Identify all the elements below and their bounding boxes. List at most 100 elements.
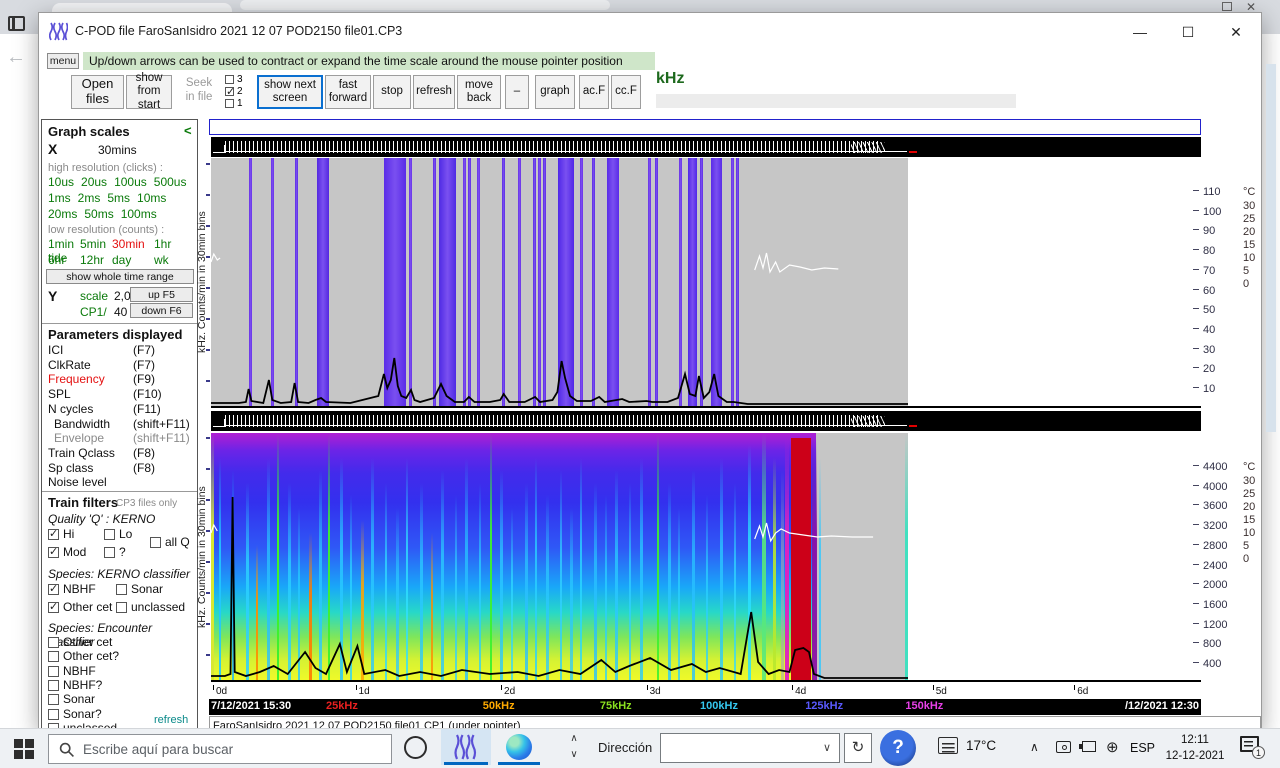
tray-device-icon[interactable] xyxy=(1056,741,1071,753)
channel-checkbox-1[interactable] xyxy=(225,99,234,108)
help-question-icon[interactable]: ? xyxy=(880,730,916,766)
taskbar-cpod-app[interactable] xyxy=(441,729,491,765)
scale-up-button[interactable]: up F5 xyxy=(130,287,193,302)
othercet-checkbox[interactable] xyxy=(48,602,59,613)
time-scale-link-1hr[interactable]: 1hr xyxy=(154,237,188,251)
show-next-screen-button[interactable]: show next screen xyxy=(257,75,323,109)
time-scale-link-20us[interactable]: 20us xyxy=(81,175,107,189)
address-combobox[interactable]: ∨ xyxy=(660,733,840,763)
parameter-train-qclass[interactable]: Train Qclass(F8) xyxy=(48,446,194,460)
move-back-button[interactable]: move back xyxy=(457,75,501,109)
overview-strip[interactable] xyxy=(209,119,1201,135)
minus-button[interactable]: – xyxy=(505,75,529,109)
show-whole-range-button[interactable]: show whole time range xyxy=(46,269,194,284)
channel-checkbox-2[interactable] xyxy=(225,87,234,96)
scale-down-button[interactable]: down F6 xyxy=(130,303,193,318)
time-scale-link-10ms[interactable]: 10ms xyxy=(137,191,166,205)
parameter-clkrate[interactable]: ClkRate(F7) xyxy=(48,358,194,372)
time-scale-link-5min[interactable]: 5min xyxy=(80,237,112,251)
time-scale-link-6hr[interactable]: 6hr xyxy=(48,253,80,267)
kerno-nbhf[interactable]: NBHF xyxy=(48,582,96,596)
chevron-up-icon[interactable]: ∧ xyxy=(566,731,582,747)
fast-forward-button[interactable]: fast forward xyxy=(325,75,371,109)
nbhf-checkbox[interactable] xyxy=(48,584,59,595)
combo-chevron-icon[interactable]: ∨ xyxy=(823,741,831,754)
time-scale-link-500us[interactable]: 500us xyxy=(154,175,187,189)
time-scale-link-10us[interactable]: 10us xyxy=(48,175,74,189)
weather-widget[interactable]: 17°C xyxy=(938,737,996,754)
encounter-NBHF[interactable]: NBHF xyxy=(48,664,96,678)
tray-expand-icon[interactable]: ∧ xyxy=(1030,740,1039,754)
taskbar-search[interactable]: Escribe aquí para buscar xyxy=(48,734,392,764)
encounter-checkbox[interactable] xyxy=(48,651,59,662)
graph-button[interactable]: graph xyxy=(535,75,575,109)
open-files-button[interactable]: Open files xyxy=(71,75,124,109)
mod-checkbox[interactable] xyxy=(48,547,59,558)
quality-hi[interactable]: Hi xyxy=(48,527,74,541)
chevron-down-icon[interactable]: ∨ xyxy=(566,747,582,763)
quality-allq[interactable]: all Q xyxy=(150,535,190,549)
acf-button[interactable]: ac.F xyxy=(579,75,609,109)
parameter-sp-class[interactable]: Sp class(F8) xyxy=(48,461,194,475)
encounter-Sonar[interactable]: Sonar? xyxy=(48,707,102,721)
kerno-unclassed[interactable]: unclassed xyxy=(116,600,185,614)
parameter-ici[interactable]: ICI(F7) xyxy=(48,343,194,357)
parameter-envelope[interactable]: Envelope(shift+F11) xyxy=(48,431,194,445)
encounter-checkbox[interactable] xyxy=(48,694,59,705)
encounter-checkbox[interactable] xyxy=(48,637,59,648)
unclassed-checkbox[interactable] xyxy=(116,602,127,613)
quality-lo[interactable]: Lo xyxy=(104,527,132,541)
refresh-button[interactable]: refresh xyxy=(413,75,455,109)
clock[interactable]: 12:11 12-12-2021 xyxy=(1158,732,1232,764)
menu-button[interactable]: menu xyxy=(47,53,79,69)
minimize-button[interactable]: — xyxy=(1125,21,1155,43)
time-scale-link-12hr[interactable]: 12hr xyxy=(80,253,112,267)
encounter-Othercet[interactable]: Other cet xyxy=(48,635,112,649)
time-ruler-1[interactable] xyxy=(211,137,1201,157)
stop-button[interactable]: stop xyxy=(373,75,411,109)
allq-checkbox[interactable] xyxy=(150,537,161,548)
time-scale-link-2ms[interactable]: 2ms xyxy=(78,191,101,205)
language-indicator[interactable]: ESP xyxy=(1130,741,1155,755)
quality-mod[interactable]: Mod xyxy=(48,545,86,559)
time-scale-link-day[interactable]: day xyxy=(112,253,154,267)
time-scale-link-20ms[interactable]: 20ms xyxy=(48,207,77,221)
lo-checkbox[interactable] xyxy=(104,529,115,540)
parameter-n-cycles[interactable]: N cycles(F11) xyxy=(48,402,194,416)
taskbar-edge-app[interactable] xyxy=(495,729,543,765)
kerno-othercet[interactable]: Other cet xyxy=(48,600,112,614)
encounter-checkbox[interactable] xyxy=(48,709,59,720)
kerno-sonar[interactable]: Sonar xyxy=(116,582,163,596)
tray-network-icon[interactable]: ⊕ xyxy=(1106,738,1119,756)
sonar-checkbox[interactable] xyxy=(116,584,127,595)
time-scale-link-wk[interactable]: wk xyxy=(154,253,188,267)
refresh-link[interactable]: refresh xyxy=(154,714,188,726)
browser-back-icon[interactable]: ← xyxy=(6,46,26,69)
time-ruler-2[interactable] xyxy=(211,411,1201,431)
browser-sidebar-icon[interactable] xyxy=(8,16,25,31)
time-scale-link-5ms[interactable]: 5ms xyxy=(107,191,130,205)
start-button[interactable] xyxy=(14,739,34,759)
encounter-Othercet[interactable]: Other cet? xyxy=(48,649,119,663)
cortana-icon[interactable] xyxy=(404,736,427,759)
browser-maximize-icon[interactable] xyxy=(1222,2,1232,11)
quality-q[interactable]: ? xyxy=(104,545,126,559)
parameter-bandwidth[interactable]: Bandwidth(shift+F11) xyxy=(48,417,194,431)
encounter-checkbox[interactable] xyxy=(48,680,59,691)
parameter-noise-level[interactable]: Noise level xyxy=(48,475,194,489)
ccf-button[interactable]: cc.F xyxy=(611,75,641,109)
address-refresh-button[interactable]: ↻ xyxy=(844,733,872,763)
maximize-button[interactable]: ☐ xyxy=(1173,21,1203,43)
parameter-spl[interactable]: SPL(F10) xyxy=(48,387,194,401)
scrollbar-strip[interactable] xyxy=(1266,64,1276,432)
channel-checkbox-3[interactable] xyxy=(225,75,234,84)
time-scale-link-100ms[interactable]: 100ms xyxy=(121,207,157,221)
time-scale-link-1ms[interactable]: 1ms xyxy=(48,191,71,205)
show-from-start-button[interactable]: show from start xyxy=(126,75,172,109)
encounter-Sonar[interactable]: Sonar xyxy=(48,692,95,706)
hi-checkbox[interactable] xyxy=(48,529,59,540)
time-scale-link-50ms[interactable]: 50ms xyxy=(84,207,113,221)
frequency-spectrogram-chart[interactable] xyxy=(211,433,908,682)
tray-power-icon[interactable] xyxy=(1082,741,1096,752)
encounter-NBHF[interactable]: NBHF? xyxy=(48,678,102,692)
